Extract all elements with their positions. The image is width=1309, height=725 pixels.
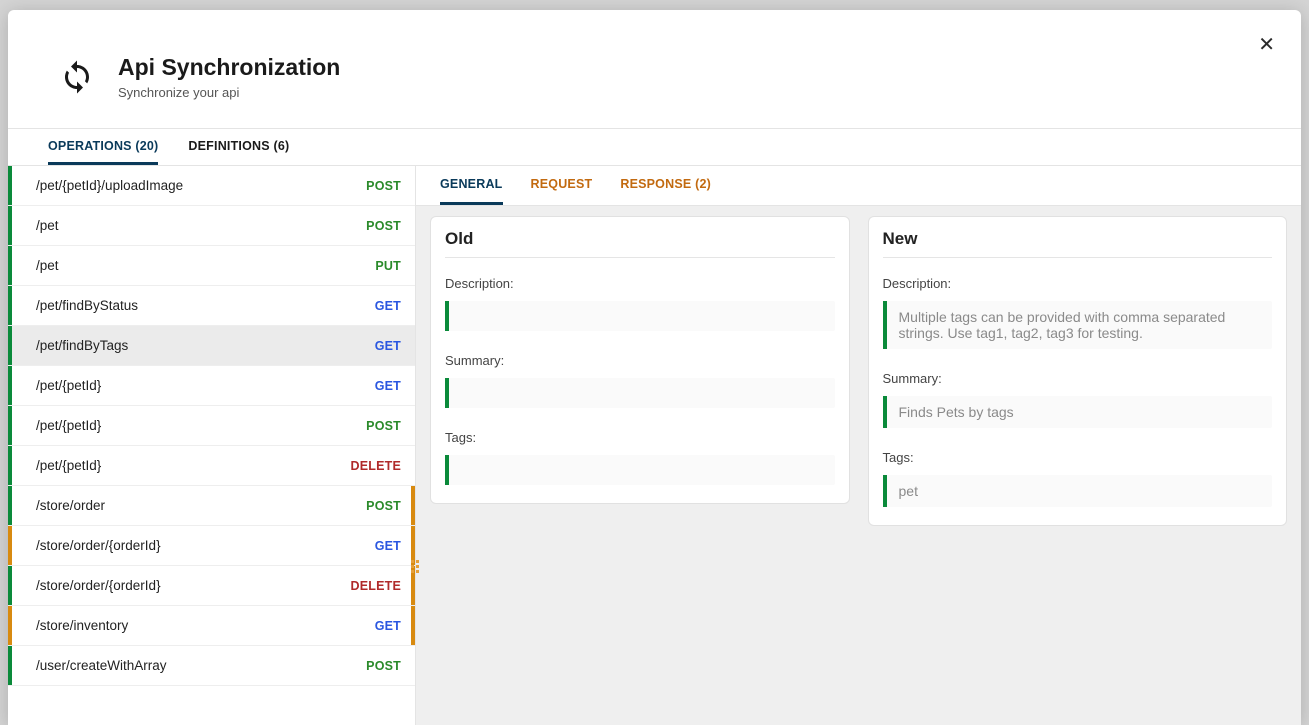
resize-handle[interactable] [411, 560, 421, 578]
operation-row[interactable]: /pet/{petId}/uploadImage POST [8, 166, 415, 206]
old-summary-label: Summary: [445, 353, 835, 368]
operation-row[interactable]: /pet/{petId} POST [8, 406, 415, 446]
operation-path: /store/order [36, 498, 105, 513]
operation-row[interactable]: /store/order/{orderId} DELETE [8, 566, 415, 606]
operation-method: GET [375, 379, 401, 393]
detail-tab-general[interactable]: GENERAL [440, 166, 503, 205]
operation-row[interactable]: /store/order/{orderId} GET [8, 526, 415, 566]
operations-list: /pet/{petId}/uploadImage POST/pet POST/pet… [8, 166, 416, 725]
modal-subtitle: Synchronize your api [118, 85, 340, 100]
operation-path: /pet [36, 258, 59, 273]
operation-row[interactable]: /pet/findByTags GET [8, 326, 415, 366]
old-summary-value [445, 378, 835, 408]
operation-row[interactable]: /user/createWithArray POST [8, 646, 415, 686]
operation-path: /pet/{petId}/uploadImage [36, 178, 183, 193]
operation-row[interactable]: /pet/{petId} GET [8, 366, 415, 406]
tab-operations[interactable]: OPERATIONS (20) [48, 129, 158, 165]
new-summary-label: Summary: [883, 371, 1273, 386]
panel-new: New Description: Multiple tags can be pr… [868, 216, 1288, 526]
operation-path: /store/order/{orderId} [36, 538, 161, 553]
new-summary-value: Finds Pets by tags [883, 396, 1273, 428]
operation-path: /pet/{petId} [36, 378, 101, 393]
detail-pane: GENERAL REQUEST RESPONSE (2) Old Descrip… [416, 166, 1301, 725]
operation-method: POST [366, 419, 401, 433]
operation-method: DELETE [350, 579, 401, 593]
detail-tab-response[interactable]: RESPONSE (2) [620, 166, 711, 205]
operation-path: /store/order/{orderId} [36, 578, 161, 593]
operation-path: /store/inventory [36, 618, 128, 633]
tab-definitions[interactable]: DEFINITIONS (6) [188, 129, 289, 165]
operation-row[interactable]: /pet POST [8, 206, 415, 246]
operation-path: /pet/findByTags [36, 338, 128, 353]
sync-icon [58, 58, 96, 96]
operation-method: DELETE [350, 459, 401, 473]
operation-row[interactable]: /pet/findByStatus GET [8, 286, 415, 326]
old-tags-value [445, 455, 835, 485]
detail-tabs: GENERAL REQUEST RESPONSE (2) [416, 166, 1301, 206]
modal-header: Api Synchronization Synchronize your api [8, 10, 1301, 128]
operation-method: GET [375, 539, 401, 553]
operation-path: /user/createWithArray [36, 658, 167, 673]
top-tabs: OPERATIONS (20) DEFINITIONS (6) [8, 128, 1301, 166]
new-tags-label: Tags: [883, 450, 1273, 465]
new-description-value: Multiple tags can be provided with comma… [883, 301, 1273, 349]
operation-method: POST [366, 659, 401, 673]
api-sync-modal: ✕ Api Synchronization Synchronize your a… [8, 10, 1301, 725]
old-description-value [445, 301, 835, 331]
new-tags-value: pet [883, 475, 1273, 507]
operation-row[interactable]: /store/inventory GET [8, 606, 415, 646]
operation-method: POST [366, 219, 401, 233]
new-description-label: Description: [883, 276, 1273, 291]
operation-row[interactable]: /pet PUT [8, 246, 415, 286]
detail-tab-request[interactable]: REQUEST [531, 166, 593, 205]
modal-title: Api Synchronization [118, 54, 340, 81]
operation-row[interactable]: /pet/{petId} DELETE [8, 446, 415, 486]
old-tags-label: Tags: [445, 430, 835, 445]
old-description-label: Description: [445, 276, 835, 291]
operation-path: /pet [36, 218, 59, 233]
operation-method: GET [375, 299, 401, 313]
operation-path: /pet/{petId} [36, 458, 101, 473]
panel-old-title: Old [445, 229, 835, 258]
panel-new-title: New [883, 229, 1273, 258]
operation-row[interactable]: /store/order POST [8, 486, 415, 526]
close-icon[interactable]: ✕ [1258, 32, 1275, 57]
operation-method: PUT [375, 259, 401, 273]
operation-path: /pet/{petId} [36, 418, 101, 433]
operation-method: GET [375, 339, 401, 353]
operation-method: POST [366, 499, 401, 513]
panel-old: Old Description: Summary: Tags: [430, 216, 850, 504]
operation-method: GET [375, 619, 401, 633]
operation-method: POST [366, 179, 401, 193]
operation-path: /pet/findByStatus [36, 298, 138, 313]
